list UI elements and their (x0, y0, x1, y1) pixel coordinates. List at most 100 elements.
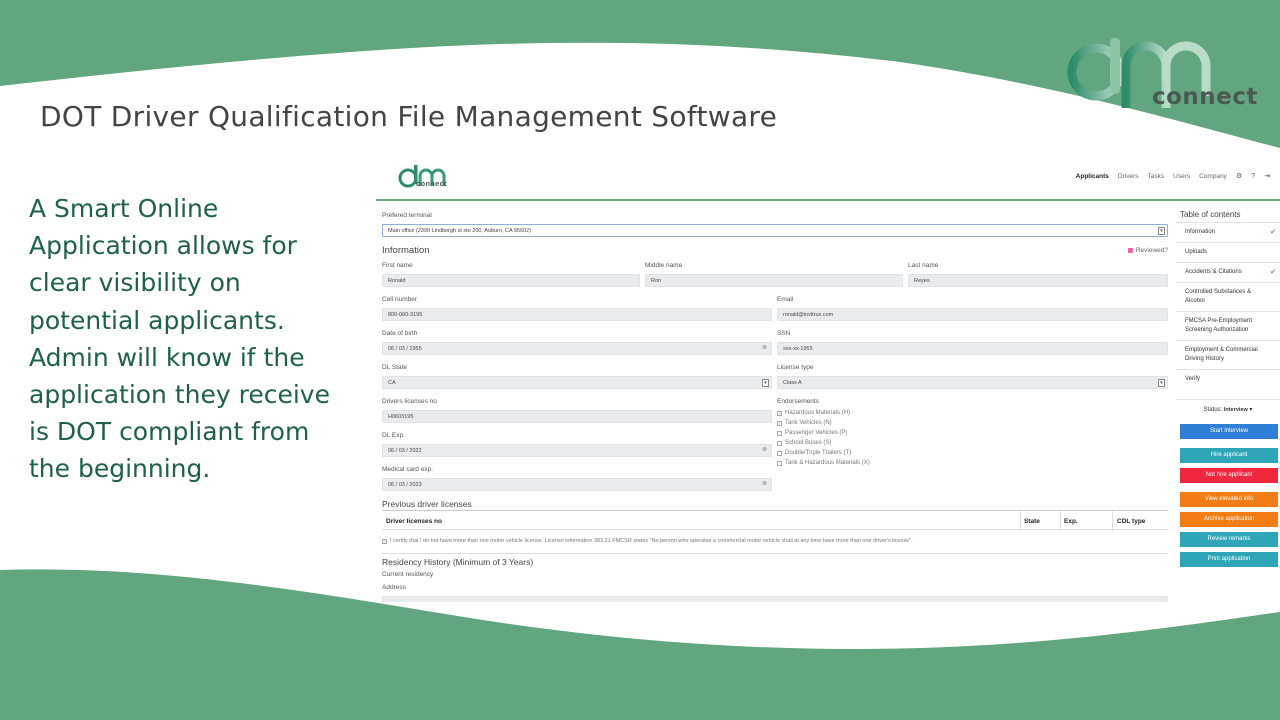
certify-checkbox[interactable]: ✓ I certify that I do not have more than… (382, 538, 913, 544)
toc-item-label: Controlled Substances & Alcohol (1185, 289, 1252, 304)
first-name-input[interactable]: Ronald (382, 274, 640, 287)
not-hire-applicant-button[interactable]: Not hire applicant (1180, 468, 1278, 483)
reviewed-label: Reviewed? (1135, 247, 1168, 254)
license-type-select[interactable]: Class A ▾ (777, 376, 1168, 389)
slide-body-text: A Smart Online Application allows for cl… (29, 194, 330, 484)
address-input[interactable] (382, 596, 1168, 602)
email-input[interactable]: ronald@invitrux.com (777, 308, 1168, 321)
start-interview-button[interactable]: Start interview (1180, 424, 1278, 439)
dl-state-label: DL State (382, 364, 408, 371)
ssn-label: SSN (777, 330, 791, 337)
reviewed-checkbox[interactable]: Reviewed? (1127, 247, 1168, 254)
current-residency-label: Current residency (382, 571, 434, 578)
toc-item-employment[interactable]: Employment & Commercial Driving History (1176, 340, 1280, 369)
address-label: Address (382, 584, 406, 591)
nav-drivers[interactable]: Drivers (1118, 173, 1139, 180)
preferred-terminal-select[interactable]: Main office (2390 Lindbergh st ste 200, … (382, 224, 1168, 237)
endorsement-label: School Buses (S) (785, 440, 832, 446)
status-value: Interview (1223, 407, 1248, 413)
endorsement-school-bus[interactable]: School Buses (S) (777, 440, 831, 446)
app-header: connect Applicants Drivers Tasks Users C… (376, 154, 1280, 201)
last-name-input[interactable]: Reyes (908, 274, 1168, 287)
toc-item-label: Accidents & Citations (1185, 269, 1242, 275)
medical-card-input[interactable]: 06 / 03 / 2023 ⊗ (382, 478, 772, 491)
dl-exp-input[interactable]: 06 / 03 / 2022 ⊗ (382, 444, 772, 457)
view-elevated-info-button[interactable]: View elevated info (1180, 492, 1278, 507)
nav-company[interactable]: Company (1199, 173, 1227, 180)
endorsement-tank-hazmat[interactable]: Tank & Hazardous Materials (X) (777, 460, 870, 466)
logout-icon[interactable]: ⇥ (1264, 172, 1270, 180)
endorsement-label: Tank & Hazardous Materials (X) (785, 460, 870, 466)
review-remarks-button[interactable]: Review remarks (1180, 532, 1278, 547)
toc-item-label: FMCSA Pre-Employment Screening Authoriza… (1185, 318, 1253, 333)
cell-number-input[interactable]: 800-060-3195 (382, 308, 772, 321)
first-name-label: First name (382, 262, 413, 269)
endorsement-tank[interactable]: ✓ Tank Vehicles (N) (777, 420, 832, 426)
endorsement-label: Tank Vehicles (N) (785, 420, 832, 426)
slide-title: DOT Driver Qualification File Management… (40, 100, 778, 133)
endorsement-hazardous[interactable]: ✓ Hazardous Materials (H) (777, 410, 850, 416)
col-cdl-type: CDL type (1117, 518, 1146, 525)
toc-title: Table of contents (1180, 210, 1241, 219)
toc-item-verify[interactable]: Verify (1176, 369, 1280, 389)
nav-tasks[interactable]: Tasks (1148, 173, 1165, 180)
endorsement-label: Passenger Vehicles (P) (785, 430, 848, 436)
toc-item-uploads[interactable]: Uploads (1176, 242, 1280, 262)
license-type-label: License type (777, 364, 814, 371)
app-logo (398, 165, 446, 188)
dl-state-value: CA (388, 380, 396, 386)
medical-card-value: 06 / 03 / 2023 (388, 482, 422, 488)
status-dropdown[interactable]: Status: Interview ▾ (1176, 399, 1280, 419)
endorsements-label: Endorsements (777, 398, 819, 405)
dob-input[interactable]: 06 / 03 / 1955 ⊗ (382, 342, 772, 355)
column-divider (1060, 511, 1061, 531)
endorsement-double-triple[interactable]: Double/Triple Trailers (T) (777, 450, 851, 456)
print-application-button[interactable]: Print application (1180, 552, 1278, 567)
checkbox-icon (777, 460, 782, 466)
top-nav: Applicants Drivers Tasks Users Company ⚙… (1076, 172, 1270, 181)
nav-applicants[interactable]: Applicants (1076, 173, 1109, 180)
checkbox-checked-icon: ✓ (382, 538, 387, 544)
brand-connect-text: connect (1152, 84, 1258, 110)
clear-icon[interactable]: ⊗ (762, 345, 767, 352)
toc-item-information[interactable]: Information ✔ (1176, 222, 1280, 242)
clear-icon[interactable]: ⊗ (762, 447, 767, 454)
ssn-input[interactable]: xxx-xx-1955 (777, 342, 1168, 355)
residency-heading: Residency History (Minimum of 3 Years) (382, 557, 534, 567)
previous-licenses-heading: Previous driver licenses (382, 499, 472, 509)
column-divider (1020, 511, 1021, 531)
dl-number-input[interactable]: H0603195 (382, 410, 772, 423)
archive-application-button[interactable]: Archive application (1180, 512, 1278, 527)
gear-icon[interactable]: ⚙ (1236, 172, 1242, 180)
check-icon: ✔ (1270, 229, 1276, 236)
toc-item-fmcsa[interactable]: FMCSA Pre-Employment Screening Authoriza… (1176, 311, 1280, 340)
preferred-terminal-value: Main office (2390 Lindbergh st ste 200, … (388, 228, 531, 234)
endorsement-label: Hazardous Materials (H) (785, 410, 851, 416)
dob-value: 06 / 03 / 1955 (388, 346, 422, 352)
checkbox-icon (777, 450, 782, 456)
checkbox-icon (777, 430, 782, 436)
col-license-no: Driver licenses no (386, 518, 442, 525)
middle-name-input[interactable]: Ron (645, 274, 903, 287)
dl-state-select[interactable]: CA ▾ (382, 376, 772, 389)
information-heading: Information (382, 245, 430, 256)
col-state: State (1024, 518, 1040, 525)
dl-number-label: Drivers licenses no (382, 398, 437, 405)
dob-label: Date of birth (382, 330, 418, 337)
email-label: Email (777, 296, 794, 303)
hire-applicant-button[interactable]: Hire applicant (1180, 448, 1278, 463)
endorsement-passenger[interactable]: Passenger Vehicles (P) (777, 430, 847, 436)
check-icon: ✔ (1270, 269, 1276, 276)
toc-item-controlled-substances[interactable]: Controlled Substances & Alcohol (1176, 282, 1280, 311)
endorsement-label: Double/Triple Trailers (T) (785, 450, 852, 456)
clear-icon[interactable]: ⊗ (762, 481, 767, 488)
help-icon[interactable]: ? (1251, 173, 1255, 180)
nav-users[interactable]: Users (1173, 173, 1190, 180)
dl-exp-value: 06 / 03 / 2022 (388, 448, 422, 454)
medical-card-label: Medical card exp. (382, 466, 433, 473)
dl-exp-label: DL Exp. (382, 432, 405, 439)
toc-item-accidents[interactable]: Accidents & Citations ✔ (1176, 262, 1280, 282)
previous-licenses-table-header: Driver licenses no State Exp. CDL type (382, 510, 1168, 531)
toc-item-label: Verify (1185, 376, 1201, 382)
col-exp: Exp. (1064, 518, 1078, 525)
